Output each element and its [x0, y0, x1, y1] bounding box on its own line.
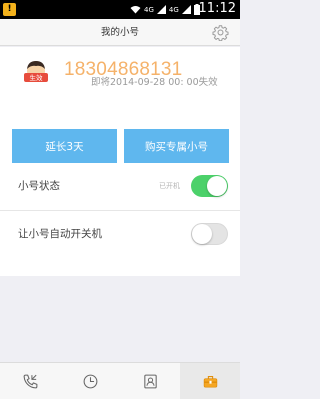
- status-toggle[interactable]: [191, 175, 228, 197]
- tab-toolbox[interactable]: [180, 363, 240, 399]
- wifi-icon: [130, 6, 141, 14]
- toggle-knob: [207, 176, 227, 196]
- nav-bar: 我的小号: [0, 19, 240, 46]
- signal-icon: [156, 5, 166, 14]
- tab-calls[interactable]: [0, 363, 60, 399]
- notification-app-icon: !: [3, 3, 16, 16]
- status-label: 小号状态: [18, 180, 60, 192]
- tab-history[interactable]: [60, 363, 120, 399]
- tab-bar: [0, 362, 240, 399]
- auto-power-toggle[interactable]: [191, 223, 228, 245]
- buy-number-button[interactable]: 购买专属小号: [124, 129, 229, 165]
- toggle-knob: [192, 224, 212, 244]
- clock-icon: [83, 374, 97, 388]
- status-row: 小号状态 已开机: [0, 163, 240, 210]
- phone-icon: [23, 374, 37, 388]
- network-type-2: 4G: [168, 5, 179, 14]
- page-title: 我的小号: [100, 27, 139, 38]
- auto-power-row: 让小号自动开关机: [0, 210, 240, 257]
- tab-contacts[interactable]: [120, 363, 180, 399]
- settings-gear-icon[interactable]: [212, 24, 229, 41]
- settings-list: 小号状态 已开机 让小号自动开关机: [0, 163, 240, 276]
- status-value: 已开机: [159, 182, 180, 190]
- signal-icon-2: [181, 5, 191, 14]
- status-time: 11:12: [198, 1, 236, 16]
- avatar-badge-label: 生效: [30, 73, 44, 82]
- status-bar: ! 4G 4G 11:12: [0, 0, 240, 19]
- auto-power-label: 让小号自动开关机: [18, 228, 102, 240]
- toolbox-icon: [203, 375, 217, 388]
- network-type-1: 4G: [144, 5, 154, 14]
- avatar: 生效: [24, 60, 48, 86]
- extend-button[interactable]: 延长3天: [12, 129, 117, 165]
- status-icons: 4G 4G: [130, 0, 200, 19]
- expire-text: 即将2014-09-28 00: 00失效: [91, 77, 218, 88]
- number-card: 生效 18304868131 即将2014-09-28 00: 00失效 延长3…: [0, 47, 240, 181]
- contacts-icon: [143, 374, 157, 388]
